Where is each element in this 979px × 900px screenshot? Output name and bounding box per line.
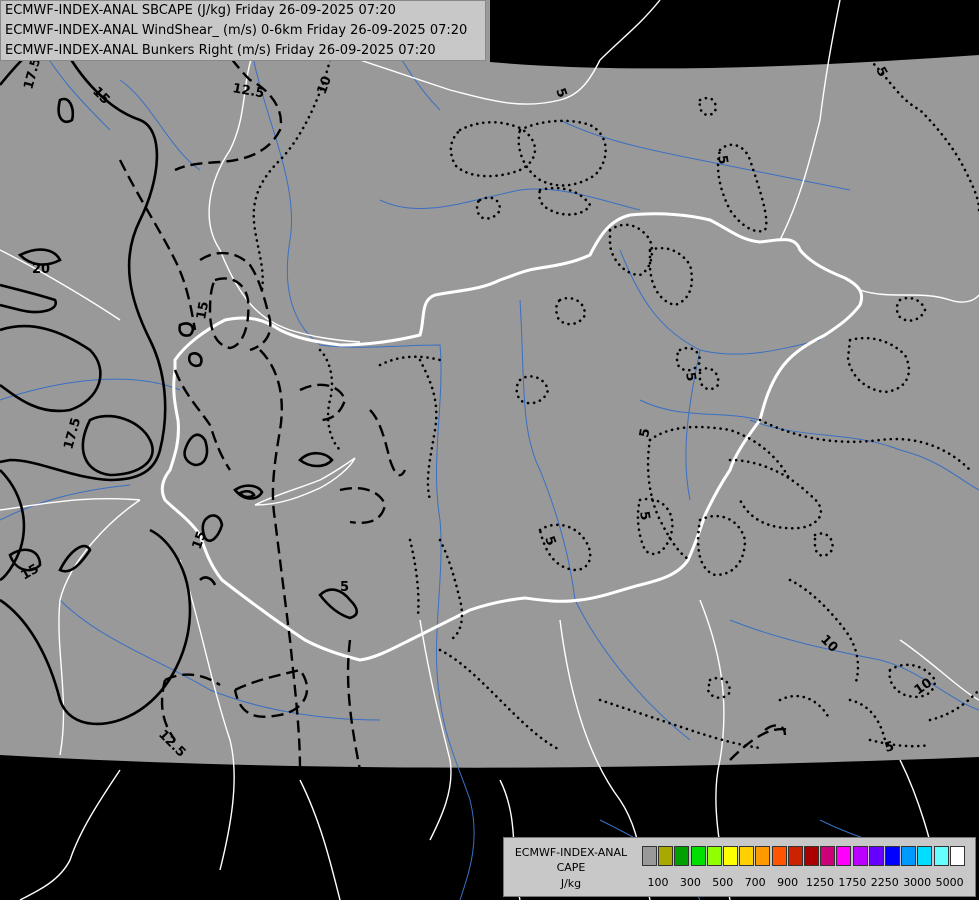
header-line-bunkers: ECMWF-INDEX-ANAL Bunkers Right (m/s) Fri… [5,43,436,58]
legend-swatch [787,846,803,866]
legend-tick-label: 1250 [806,876,834,889]
legend-title-unit: J/kg [560,877,582,890]
legend-swatch [755,846,771,866]
legend-swatch [836,846,852,866]
legend-title-param: CAPE [556,861,586,874]
header-panel: ECMWF-INDEX-ANAL SBCAPE (J/kg) Friday 26… [0,0,486,61]
legend-swatch [739,846,755,866]
legend-tick-label: 100 [647,876,669,889]
header-line-windshear: ECMWF-INDEX-ANAL WindShear_ (m/s) 0-6km … [5,23,468,38]
legend-swatch [674,846,690,866]
legend-swatch [658,846,674,866]
legend-tick-label: 300 [679,876,701,889]
legend-swatch [723,846,738,866]
legend-tick-label: 500 [712,876,734,889]
legend-swatch [917,846,933,866]
legend-tick-label: 5000 [935,876,964,889]
contour-label: 20 [32,262,50,277]
legend-swatch [933,846,949,866]
legend-swatch [885,846,900,866]
legend-swatch [706,846,722,866]
contour-label: 5 [340,580,349,595]
legend-swatch [771,846,787,866]
contour-label: 15 [194,300,212,320]
legend-swatch [852,846,868,866]
legend-swatch [642,846,657,866]
header-line-sbcape: ECMWF-INDEX-ANAL SBCAPE (J/kg) Friday 26… [5,3,396,18]
legend-swatch [690,846,706,866]
legend-tick-label: 700 [744,876,766,889]
legend-tick-label: 900 [777,876,799,889]
legend-swatch [804,846,819,866]
legend-tick-label: 2250 [870,876,899,889]
legend-tick-label: 3000 [903,876,932,889]
legend-swatch [868,846,884,866]
legend-title-model: ECMWF-INDEX-ANAL [514,846,628,859]
legend-swatch [820,846,836,866]
legend-tick-label: 1750 [838,876,867,889]
legend-swatch [901,846,917,866]
map-canvas: 17.5 15 12.5 20 15 17.5 15 15 12.5 5 10 … [0,0,979,900]
legend-swatch [949,846,965,866]
cape-legend: ECMWF-INDEX-ANAL CAPE J/kg 100 300 500 700 9… [503,837,976,897]
